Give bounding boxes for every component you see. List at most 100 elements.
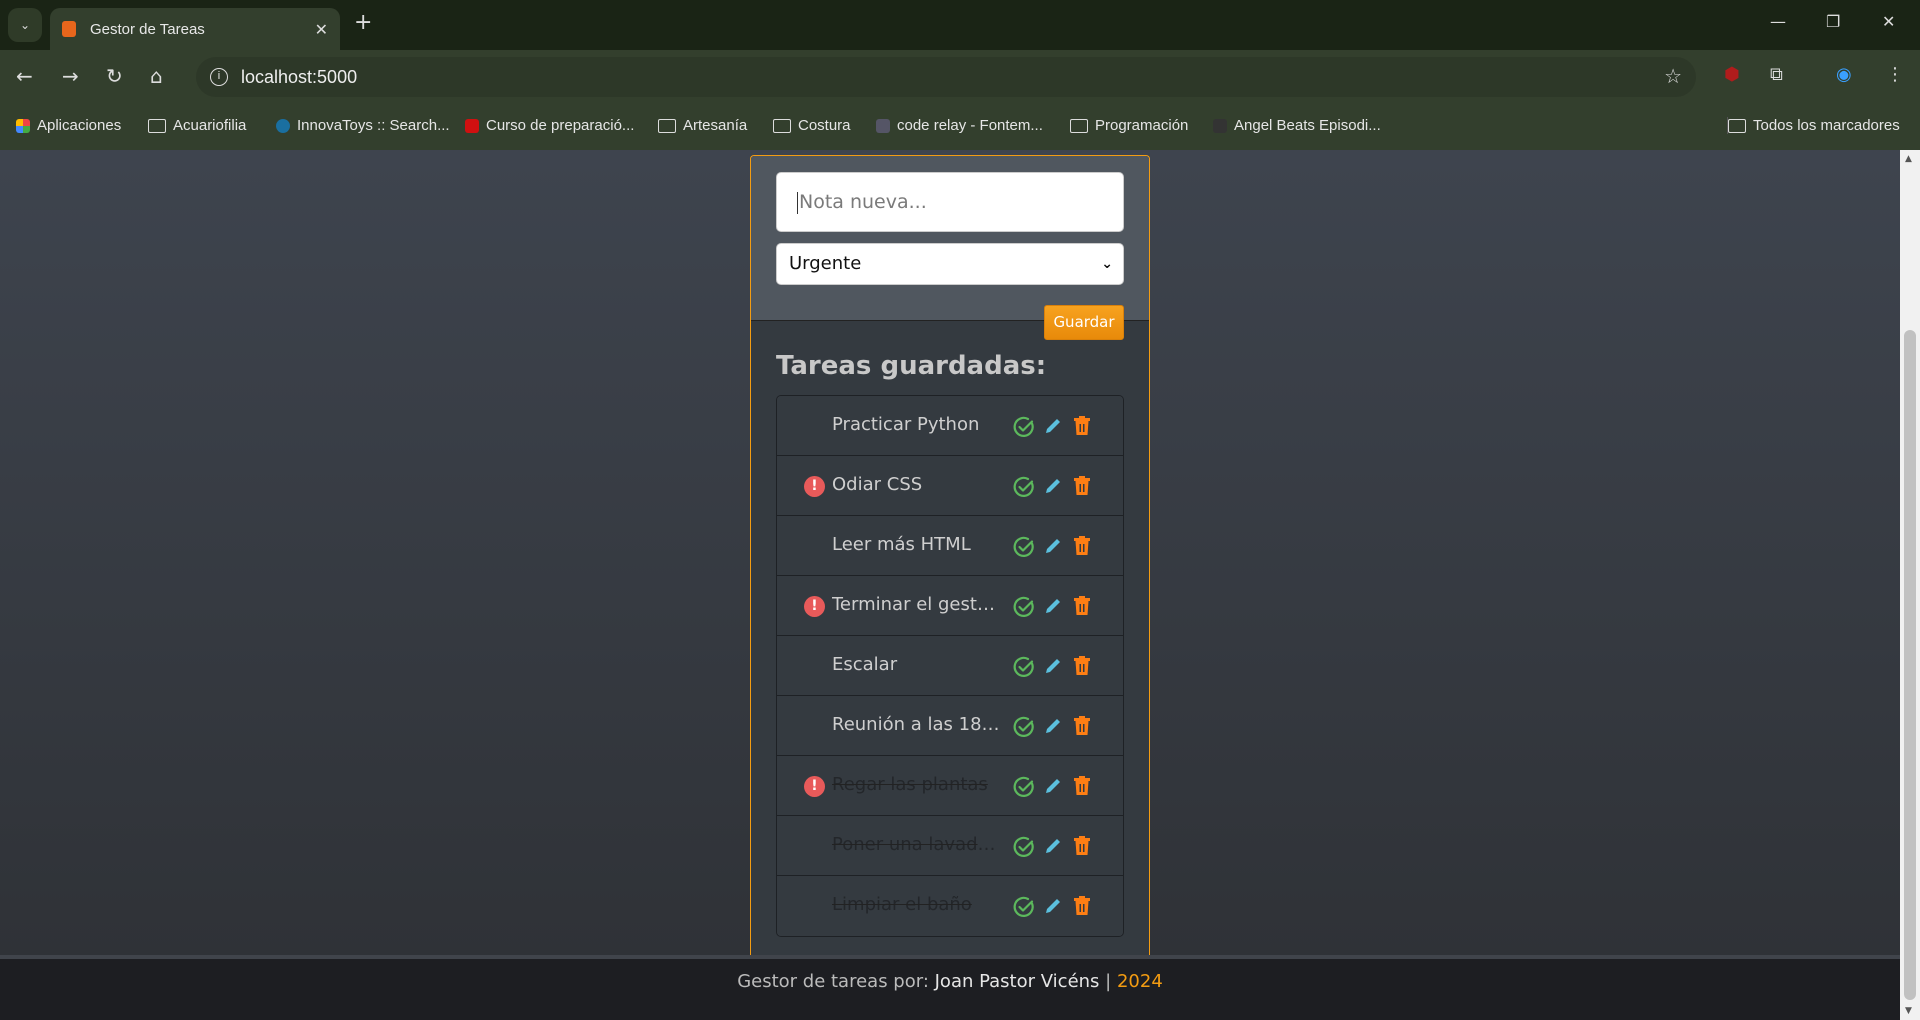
footer-prefix: Gestor de tareas por: <box>737 971 929 992</box>
bookmark[interactable]: code relay - Fontem... <box>876 117 1043 134</box>
check-circle-icon[interactable] <box>1013 596 1035 622</box>
bookmark-label: InnovaToys :: Search... <box>297 117 450 134</box>
trash-icon[interactable] <box>1074 476 1090 500</box>
bookmark[interactable]: Curso de preparació... <box>465 117 634 134</box>
bookmark[interactable]: InnovaToys :: Search... <box>276 117 450 134</box>
trash-icon[interactable] <box>1074 716 1090 740</box>
apps-grid-icon <box>16 118 30 133</box>
urgent-icon: ! <box>804 776 825 797</box>
bookmark-label: Artesanía <box>683 117 748 134</box>
folder-icon <box>1070 118 1088 133</box>
tab-active[interactable]: Gestor de Tareas ✕ <box>50 8 340 50</box>
extensions-puzzle-icon[interactable]: ⧉ <box>1770 64 1783 85</box>
bookmark-folder[interactable]: Programación <box>1070 117 1188 134</box>
bookmark[interactable]: Angel Beats Episodi... <box>1213 117 1381 134</box>
new-note-input[interactable]: Nota nueva... <box>776 172 1124 232</box>
trash-icon[interactable] <box>1074 416 1090 440</box>
trash-icon[interactable] <box>1074 536 1090 560</box>
priority-select[interactable]: Urgente ⌄ <box>776 243 1124 285</box>
profile-avatar-icon[interactable]: ◉ <box>1836 64 1852 85</box>
check-circle-icon[interactable] <box>1013 476 1035 502</box>
home-button[interactable]: ⌂ <box>150 64 163 88</box>
pencil-icon[interactable] <box>1043 896 1063 920</box>
ublock-extension-icon[interactable]: ⬢ <box>1724 64 1740 85</box>
bookmark-label: Todos los marcadores <box>1753 117 1900 134</box>
site-info-icon[interactable]: i <box>210 68 228 86</box>
task-list: Practicar Python! Odiar CSS Leer más HTML!… <box>776 395 1124 937</box>
task-text: Escalar <box>832 654 898 675</box>
check-circle-icon[interactable] <box>1013 416 1035 442</box>
check-circle-icon[interactable] <box>1013 836 1035 862</box>
folder-icon <box>148 118 166 133</box>
trash-icon[interactable] <box>1074 836 1090 860</box>
reload-button[interactable]: ↻ <box>106 64 123 88</box>
minimize-button[interactable]: — <box>1770 12 1786 31</box>
pencil-icon[interactable] <box>1043 776 1063 800</box>
task-row: Reunión a las 18:00 <box>777 696 1123 756</box>
address-bar[interactable]: i localhost:5000 ☆ <box>196 57 1696 97</box>
bookmark-folder[interactable]: Acuariofilia <box>148 117 246 134</box>
save-button[interactable]: Guardar <box>1044 305 1124 340</box>
close-tab-icon[interactable]: ✕ <box>315 20 328 39</box>
scroll-up-icon[interactable]: ▲ <box>1905 154 1912 164</box>
trash-icon[interactable] <box>1074 656 1090 680</box>
page-scrollbar[interactable]: ▲ ▼ <box>1900 150 1920 1020</box>
back-button[interactable]: ← <box>16 64 33 88</box>
bookmark-label: Curso de preparació... <box>486 117 635 134</box>
new-tab-button[interactable]: + <box>354 10 372 35</box>
bookmark-folder[interactable]: Artesanía <box>658 117 747 134</box>
restore-button[interactable]: ❐ <box>1826 12 1840 31</box>
tab-title: Gestor de Tareas <box>90 20 205 38</box>
task-card: Nota nueva... Urgente ⌄ Guardar Tareas gu… <box>750 155 1150 955</box>
trash-icon[interactable] <box>1074 596 1090 620</box>
bookmarks-bar: Aplicaciones Acuariofilia InnovaToys :: … <box>0 105 1920 150</box>
bookmark-star-icon[interactable]: ☆ <box>1664 57 1682 97</box>
check-circle-icon[interactable] <box>1013 716 1035 742</box>
pencil-icon[interactable] <box>1043 656 1063 680</box>
check-circle-icon[interactable] <box>1013 896 1035 922</box>
task-text: Regar las plantas <box>832 774 988 795</box>
check-circle-icon[interactable] <box>1013 776 1035 802</box>
bookmark-label: Angel Beats Episodi... <box>1234 117 1381 134</box>
task-text: Limpiar el baño <box>832 894 972 915</box>
trash-icon[interactable] <box>1074 896 1090 920</box>
task-text: Odiar CSS <box>832 474 923 495</box>
bookmark-label: Costura <box>798 117 851 134</box>
task-row: Practicar Python <box>777 396 1123 456</box>
tab-search-button[interactable]: ⌄ <box>8 8 42 42</box>
folder-icon <box>773 118 791 133</box>
pencil-icon[interactable] <box>1043 536 1063 560</box>
forward-button[interactable]: → <box>62 64 79 88</box>
urgent-icon: ! <box>804 476 825 497</box>
footer-year: 2024 <box>1116 971 1163 992</box>
bookmark-folder[interactable]: Costura <box>773 117 851 134</box>
footer-author: Joan Pastor Vicéns <box>934 971 1100 992</box>
bookmark-apps[interactable]: Aplicaciones <box>16 117 121 134</box>
scroll-down-icon[interactable]: ▼ <box>1905 1006 1912 1016</box>
check-circle-icon[interactable] <box>1013 656 1035 682</box>
saved-tasks-heading: Tareas guardadas: <box>776 351 1047 381</box>
footer-separator: | <box>1105 971 1112 992</box>
chevron-down-icon: ⌄ <box>1101 256 1113 272</box>
trash-icon[interactable] <box>1074 776 1090 800</box>
task-row: ! Terminar el gestor ... <box>777 576 1123 636</box>
menu-kebab-icon[interactable]: ⋮ <box>1886 64 1904 85</box>
pencil-icon[interactable] <box>1043 416 1063 440</box>
pencil-icon[interactable] <box>1043 596 1063 620</box>
pencil-icon[interactable] <box>1043 836 1063 860</box>
task-row: ! Odiar CSS <box>777 456 1123 516</box>
folder-icon <box>1728 118 1746 133</box>
pencil-icon[interactable] <box>1043 476 1063 500</box>
site-icon <box>876 118 890 133</box>
pencil-icon[interactable] <box>1043 716 1063 740</box>
task-row: Leer más HTML <box>777 516 1123 576</box>
all-bookmarks[interactable]: Todos los marcadores <box>1727 117 1900 134</box>
task-row: Escalar <box>777 636 1123 696</box>
task-text: Terminar el gestor ... <box>832 594 1002 615</box>
bookmark-label: Acuariofilia <box>173 117 247 134</box>
close-window-button[interactable]: ✕ <box>1882 12 1895 31</box>
check-circle-icon[interactable] <box>1013 536 1035 562</box>
task-row: Poner una lavadora <box>777 816 1123 876</box>
bookmark-label: code relay - Fontem... <box>897 117 1043 134</box>
scrollbar-thumb[interactable] <box>1904 330 1916 1000</box>
